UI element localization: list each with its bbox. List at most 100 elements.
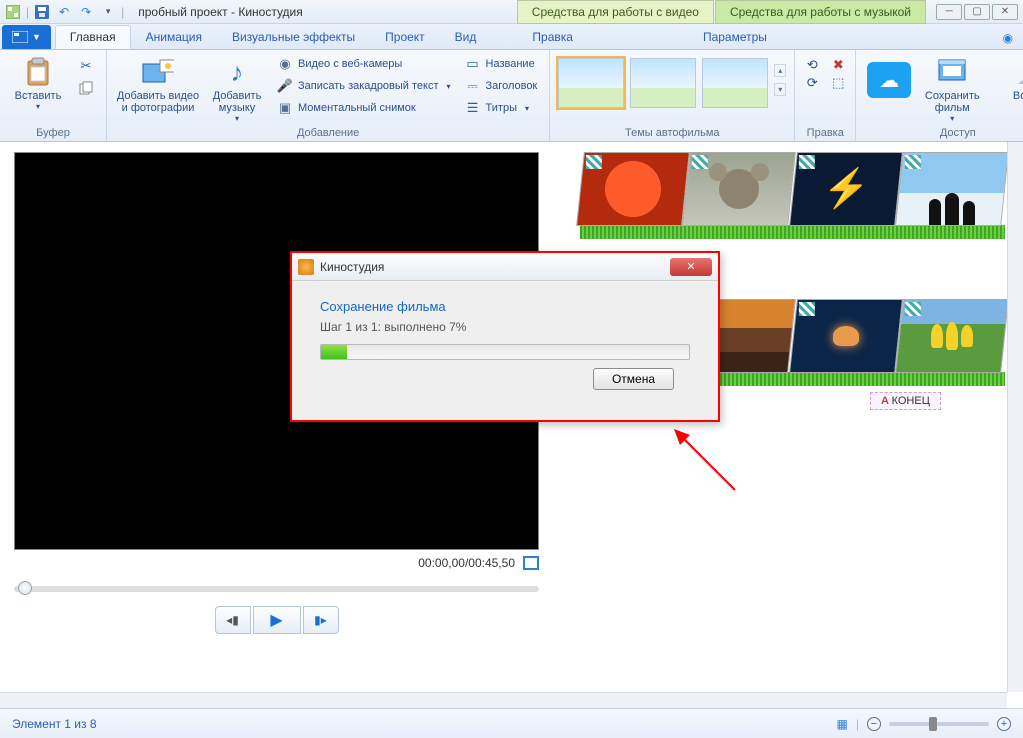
scissors-icon: ✂ bbox=[78, 58, 94, 74]
skydrive-button[interactable]: ☁ bbox=[864, 54, 914, 98]
audio-track[interactable] bbox=[580, 225, 1005, 239]
tab-animation[interactable]: Анимация bbox=[131, 25, 217, 49]
rotate-right-icon[interactable]: ⟳ bbox=[803, 76, 821, 90]
transition-icon bbox=[586, 155, 602, 169]
zoom-thumb[interactable] bbox=[929, 717, 937, 731]
zoom-out-button[interactable]: − bbox=[867, 717, 881, 731]
group-label-clipboard: Буфер bbox=[8, 125, 98, 139]
maximize-button[interactable]: ▢ bbox=[964, 4, 990, 20]
redo-icon[interactable]: ↷ bbox=[77, 3, 95, 21]
transition-icon bbox=[798, 302, 814, 316]
select-all-icon[interactable]: ⬚ bbox=[829, 76, 847, 90]
tab-effects[interactable]: Визуальные эффекты bbox=[217, 25, 370, 49]
dialog-titlebar[interactable]: Киностудия ✕ bbox=[292, 253, 718, 281]
group-label-access: Доступ bbox=[864, 125, 1023, 139]
qat-dropdown-icon[interactable]: ▾ bbox=[99, 3, 117, 21]
file-menu-button[interactable]: ▼ bbox=[2, 25, 51, 49]
webcam-icon: ◉ bbox=[277, 56, 293, 72]
delete-icon[interactable]: ✖ bbox=[829, 58, 847, 72]
paste-button[interactable]: Вставить ▾ bbox=[8, 54, 68, 111]
user-icon bbox=[1012, 56, 1023, 88]
statusbar: Элемент 1 из 8 ▦ | − + bbox=[0, 708, 1023, 738]
rotate-left-icon[interactable]: ⟲ bbox=[803, 58, 821, 72]
save-progress-dialog: Киностудия ✕ Сохранение фильма Шаг 1 из … bbox=[290, 251, 720, 422]
dialog-heading: Сохранение фильма bbox=[320, 299, 690, 314]
cut-button[interactable]: ✂ bbox=[74, 56, 98, 76]
clip-jellyfish[interactable] bbox=[789, 299, 903, 373]
fullscreen-icon[interactable] bbox=[523, 556, 539, 570]
tab-home[interactable]: Главная bbox=[55, 25, 131, 49]
titles-icon: ☰ bbox=[465, 100, 481, 116]
seek-bar[interactable] bbox=[14, 586, 539, 592]
divider: | bbox=[26, 5, 29, 19]
snapshot-button[interactable]: ▣Моментальный снимок bbox=[273, 98, 455, 118]
theme-thumb-3[interactable] bbox=[702, 58, 768, 108]
undo-icon[interactable]: ↶ bbox=[55, 3, 73, 21]
view-mode-icon[interactable]: ▦ bbox=[837, 717, 848, 731]
clipboard-icon bbox=[22, 56, 54, 88]
save-icon[interactable] bbox=[33, 3, 51, 21]
caption-button[interactable]: ▭Название bbox=[461, 54, 542, 74]
quick-access-toolbar: | ↶ ↷ ▾ | bbox=[0, 3, 128, 21]
scrollbar-vertical[interactable] bbox=[1007, 142, 1023, 692]
copy-icon bbox=[78, 80, 94, 96]
tab-edit[interactable]: Правка bbox=[517, 25, 588, 49]
end-marker[interactable]: КОНЕЦ bbox=[870, 392, 941, 410]
tab-params[interactable]: Параметры bbox=[688, 25, 782, 49]
add-music-button[interactable]: ♪ Добавить музыку ▾ bbox=[207, 54, 267, 123]
seek-thumb[interactable] bbox=[18, 581, 32, 595]
theme-thumb-1[interactable] bbox=[558, 58, 624, 108]
cancel-button[interactable]: Отмена bbox=[593, 368, 674, 390]
group-add: Добавить видео и фотографии ♪ Добавить м… bbox=[107, 50, 550, 141]
dialog-step-text: Шаг 1 из 1: выполнено 7% bbox=[320, 320, 690, 334]
divider: | bbox=[121, 5, 124, 19]
zoom-slider[interactable] bbox=[889, 722, 989, 726]
tab-view[interactable]: Вид bbox=[440, 25, 492, 49]
film-photo-icon bbox=[142, 56, 174, 88]
webcam-button[interactable]: ◉Видео с веб-камеры bbox=[273, 54, 455, 74]
signin-button[interactable]: Войти bbox=[1005, 54, 1023, 102]
camera-icon: ▣ bbox=[277, 100, 293, 116]
dialog-close-button[interactable]: ✕ bbox=[670, 258, 712, 276]
group-edit: ⟲ ✖ ⟳ ⬚ Правка bbox=[795, 50, 856, 141]
clip-strip: ⚡ bbox=[580, 152, 1005, 226]
heading-button[interactable]: ⎓Заголовок bbox=[461, 76, 542, 96]
window-controls: ─ ▢ ✕ bbox=[936, 4, 1023, 20]
progress-fill bbox=[321, 345, 347, 359]
close-window-button[interactable]: ✕ bbox=[992, 4, 1018, 20]
prev-frame-button[interactable]: ◂▮ bbox=[215, 606, 251, 634]
theme-scroll-up[interactable]: ▴ bbox=[774, 64, 786, 77]
progress-bar bbox=[320, 344, 690, 360]
clip-lightning[interactable]: ⚡ bbox=[789, 152, 903, 226]
zoom-in-button[interactable]: + bbox=[997, 717, 1011, 731]
group-label-add: Добавление bbox=[115, 125, 541, 139]
save-movie-label: Сохранить фильм bbox=[920, 90, 984, 114]
minimize-button[interactable]: ─ bbox=[936, 4, 962, 20]
heading-icon: ⎓ bbox=[465, 78, 481, 94]
ribbon: Вставить ▾ ✂ Буфер Добавить видео и фото… bbox=[0, 50, 1023, 142]
titles-button[interactable]: ☰Титры▾ bbox=[461, 98, 542, 118]
context-tab-video[interactable]: Средства для работы с видео bbox=[517, 0, 714, 24]
tab-project[interactable]: Проект bbox=[370, 25, 440, 49]
clip-flower[interactable] bbox=[576, 152, 690, 226]
next-frame-button[interactable]: ▮▸ bbox=[303, 606, 339, 634]
scrollbar-horizontal[interactable] bbox=[0, 692, 1007, 708]
context-tab-music[interactable]: Средства для работы с музыкой bbox=[715, 0, 926, 24]
paste-label: Вставить bbox=[15, 90, 62, 102]
clip-tulips[interactable] bbox=[895, 299, 1009, 373]
caption-icon: ▭ bbox=[465, 56, 481, 72]
clip-koala[interactable] bbox=[682, 152, 796, 226]
clip-penguins[interactable] bbox=[895, 152, 1009, 226]
group-label-themes: Темы автофильма bbox=[558, 125, 786, 139]
save-movie-button[interactable]: Сохранить фильм ▾ bbox=[920, 54, 984, 123]
storyboard[interactable]: ⚡ КОНЕЦ bbox=[560, 142, 1023, 706]
app-icon bbox=[4, 3, 22, 21]
theme-scroll-down[interactable]: ▾ bbox=[774, 83, 786, 96]
transport-controls: ◂▮ ▶ ▮▸ bbox=[14, 606, 539, 634]
help-icon[interactable]: ◉ bbox=[993, 27, 1023, 49]
theme-thumb-2[interactable] bbox=[630, 58, 696, 108]
play-button[interactable]: ▶ bbox=[253, 606, 301, 634]
narration-button[interactable]: 🎤Записать закадровый текст▾ bbox=[273, 76, 455, 96]
add-video-photo-button[interactable]: Добавить видео и фотографии bbox=[115, 54, 201, 114]
copy-button[interactable] bbox=[74, 78, 98, 98]
